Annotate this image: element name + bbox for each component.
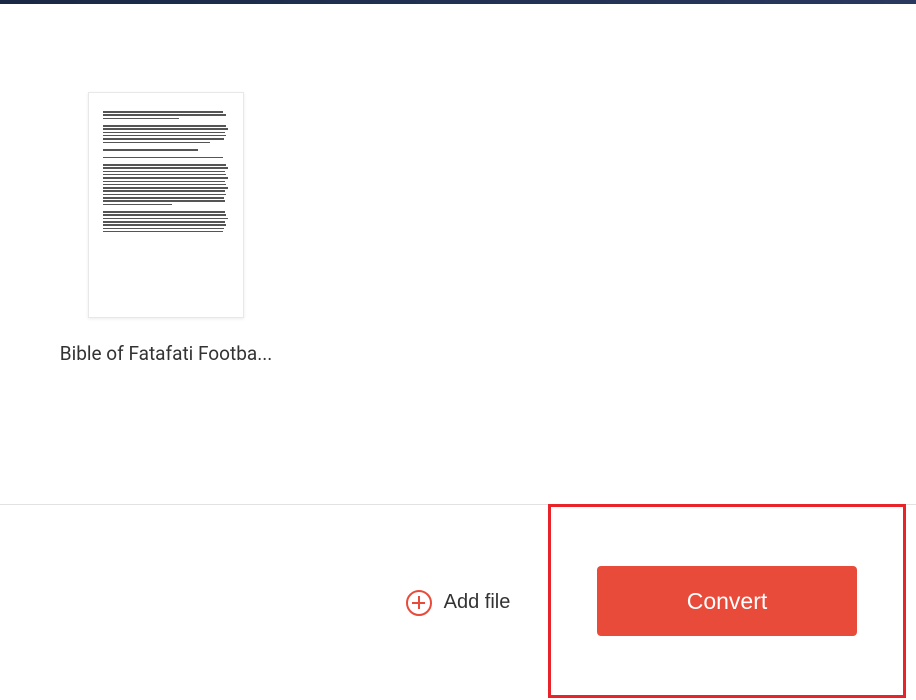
convert-highlight-box: Convert bbox=[548, 504, 906, 698]
doc-text-block bbox=[103, 164, 229, 205]
doc-text-block bbox=[103, 149, 229, 151]
document-preview bbox=[88, 92, 244, 318]
main-content: Bible of Fatafati Footba... bbox=[0, 4, 916, 504]
doc-text-block bbox=[103, 125, 229, 143]
plus-circle-icon bbox=[406, 590, 432, 616]
file-card[interactable]: Bible of Fatafati Footba... bbox=[88, 92, 244, 365]
doc-text-block bbox=[103, 157, 229, 159]
doc-text-block bbox=[103, 211, 229, 232]
add-file-button[interactable]: Add file bbox=[406, 590, 511, 616]
file-name: Bible of Fatafati Footba... bbox=[41, 342, 291, 365]
convert-button[interactable]: Convert bbox=[597, 566, 857, 636]
doc-text-block bbox=[103, 111, 229, 119]
add-file-label: Add file bbox=[444, 591, 511, 614]
